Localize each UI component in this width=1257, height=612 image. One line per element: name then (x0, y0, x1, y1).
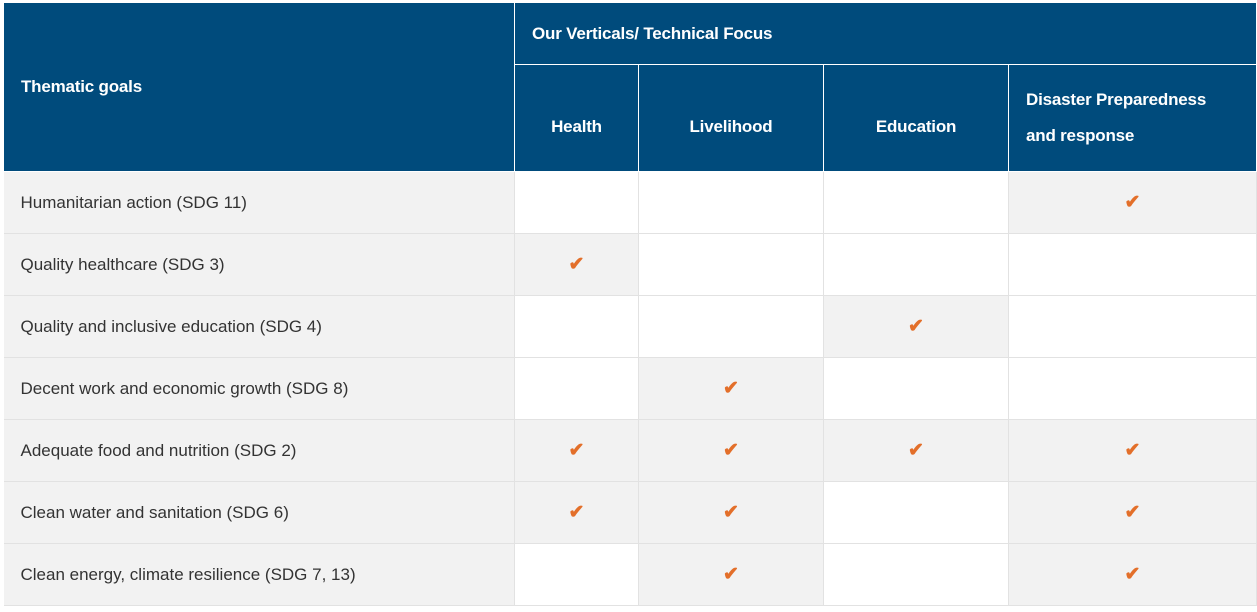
cell-health: ✔ (514, 419, 639, 482)
cell-health (514, 357, 639, 420)
check-icon: ✔ (1124, 501, 1141, 523)
disaster-header-line-1: Disaster Preparedness (1026, 90, 1207, 109)
cell-disaster: ✔ (1007, 419, 1257, 482)
column-header-health: Health (514, 64, 639, 172)
page: Thematic goals Our Verticals/ Technical … (0, 0, 1257, 612)
goal-cell: Clean water and sanitation (SDG 6) (3, 481, 515, 544)
check-icon: ✔ (723, 377, 739, 399)
thematic-goals-matrix: Thematic goals Our Verticals/ Technical … (3, 2, 1257, 606)
goal-cell: Humanitarian action (SDG 11) (3, 171, 515, 234)
check-icon: ✔ (568, 253, 585, 275)
cell-education (823, 357, 1009, 420)
column-header-education: Education (823, 64, 1009, 172)
goal-cell: Quality healthcare (SDG 3) (3, 233, 515, 296)
cell-livelihood (638, 233, 824, 296)
table-row: Quality healthcare (SDG 3) ✔ (3, 233, 1257, 296)
goal-cell: Quality and inclusive education (SDG 4) (3, 295, 515, 358)
cell-disaster (1007, 357, 1257, 420)
table-row: Adequate food and nutrition (SDG 2) ✔ ✔ ✔ ✔ (3, 419, 1257, 482)
cell-health: ✔ (514, 233, 639, 296)
cell-livelihood: ✔ (638, 419, 824, 482)
check-icon: ✔ (1124, 563, 1141, 585)
table-row: Quality and inclusive education (SDG 4) ✔ (3, 295, 1257, 358)
check-icon: ✔ (568, 501, 585, 523)
table-row: Clean energy, climate resilience (SDG 7,… (3, 543, 1257, 606)
cell-livelihood: ✔ (638, 357, 824, 420)
table-row: Clean water and sanitation (SDG 6) ✔ ✔ ✔ (3, 481, 1257, 544)
cell-education: ✔ (823, 295, 1009, 358)
check-icon: ✔ (723, 439, 739, 461)
check-icon: ✔ (908, 439, 924, 461)
cell-health (514, 295, 639, 358)
cell-disaster: ✔ (1007, 481, 1257, 544)
goal-cell: Clean energy, climate resilience (SDG 7,… (3, 543, 515, 606)
check-icon: ✔ (723, 501, 739, 523)
verticals-group-header: Our Verticals/ Technical Focus (513, 2, 1257, 65)
cell-health (514, 171, 639, 234)
cell-education: ✔ (823, 419, 1009, 482)
cell-education (823, 481, 1009, 544)
check-icon: ✔ (1124, 439, 1141, 461)
cell-education (823, 543, 1009, 606)
cell-livelihood (638, 295, 824, 358)
disaster-header-line-2: and response (1026, 126, 1135, 145)
thematic-goals-header: Thematic goals (3, 2, 515, 172)
cell-education (823, 171, 1009, 234)
cell-health: ✔ (514, 481, 639, 544)
cell-disaster: ✔ (1007, 171, 1257, 234)
table-row: Decent work and economic growth (SDG 8) ✔ (3, 357, 1257, 420)
column-header-livelihood: Livelihood (638, 64, 824, 172)
cell-disaster (1007, 295, 1257, 358)
check-icon: ✔ (1124, 191, 1141, 213)
cell-education (823, 233, 1009, 296)
cell-livelihood: ✔ (638, 481, 824, 544)
matrix-body: Humanitarian action (SDG 11) ✔ Quality hea… (3, 171, 1257, 606)
check-icon: ✔ (568, 439, 585, 461)
table-row: Humanitarian action (SDG 11) ✔ (3, 171, 1257, 234)
column-header-disaster-preparedness: Disaster Preparedness and response (1007, 64, 1257, 172)
check-icon: ✔ (723, 563, 739, 585)
cell-livelihood (638, 171, 824, 234)
cell-disaster (1007, 233, 1257, 296)
cell-health (514, 543, 639, 606)
header-row-1: Thematic goals Our Verticals/ Technical … (3, 2, 1257, 172)
check-icon: ✔ (908, 315, 924, 337)
goal-cell: Adequate food and nutrition (SDG 2) (3, 419, 515, 482)
matrix-header: Thematic goals Our Verticals/ Technical … (3, 2, 1257, 172)
cell-livelihood: ✔ (638, 543, 824, 606)
goal-cell: Decent work and economic growth (SDG 8) (3, 357, 515, 420)
cell-disaster: ✔ (1007, 543, 1257, 606)
